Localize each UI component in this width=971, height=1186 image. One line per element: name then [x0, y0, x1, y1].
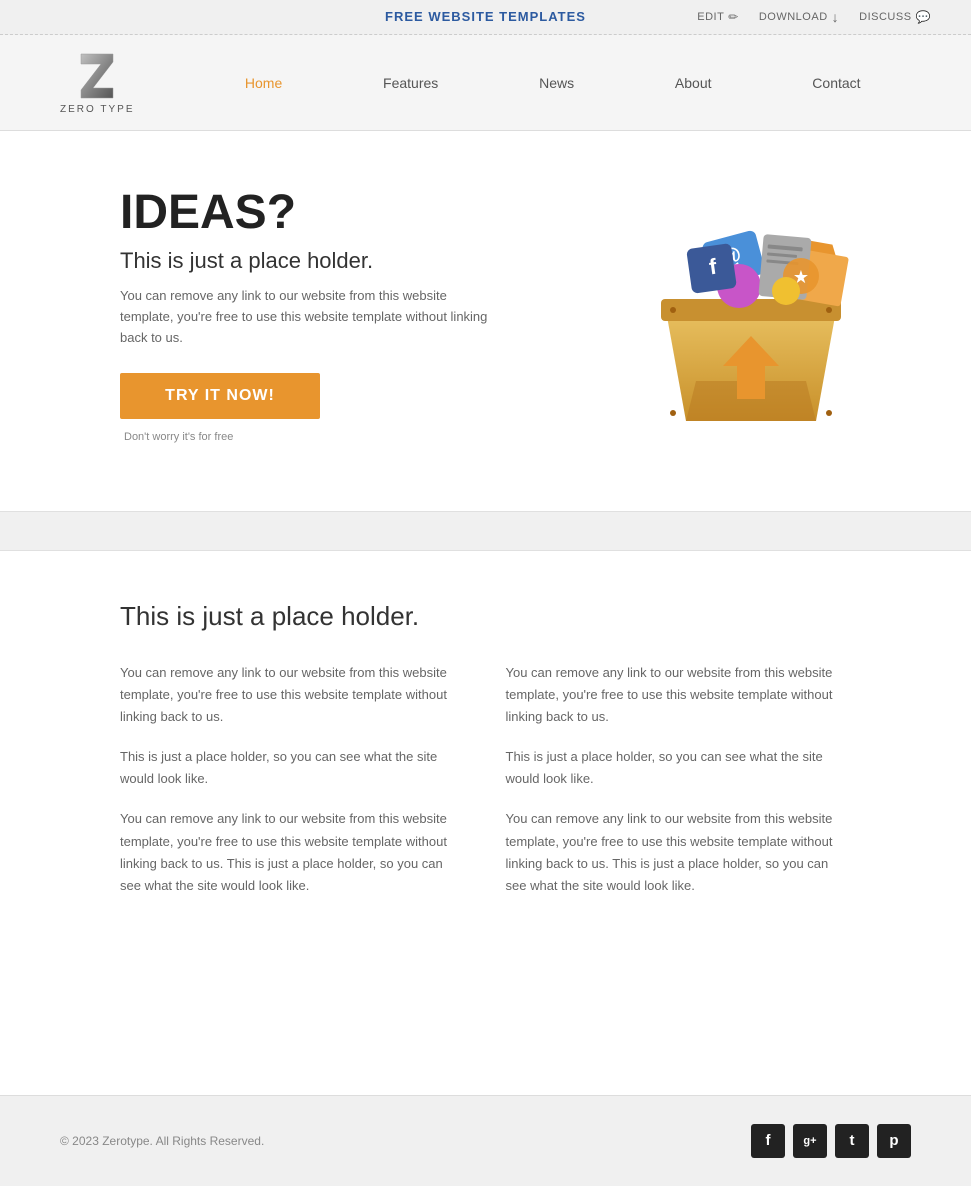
edit-action[interactable]: EDIT: [697, 10, 739, 24]
content-columns: You can remove any link to our website f…: [120, 662, 851, 915]
hero-subtitle: This is just a place holder.: [120, 248, 500, 274]
whitespace-section: [0, 975, 971, 1095]
logo-area: ZERO TYPE: [60, 50, 135, 115]
logo-icon: [76, 50, 118, 102]
footer-copyright: © 2023 Zerotype. All Rights Reserved.: [60, 1134, 264, 1148]
cta-button[interactable]: TRY IT NOW!: [120, 373, 320, 419]
hero-body: You can remove any link to our website f…: [120, 286, 500, 348]
download-label: DOWNLOAD: [759, 11, 828, 23]
basket-illustration: @ ★ f: [631, 181, 871, 451]
hero-title: IDEAS?: [120, 187, 500, 240]
discuss-action[interactable]: DISCUSS: [859, 10, 931, 24]
discuss-label: DISCUSS: [859, 11, 911, 23]
social-icons: f g+ t p: [751, 1124, 911, 1158]
googleplus-icon: g+: [803, 1135, 816, 1147]
content-section: This is just a place holder. You can rem…: [0, 551, 971, 975]
nav-contact[interactable]: Contact: [792, 70, 880, 96]
top-bar-actions: EDIT DOWNLOAD DISCUSS: [697, 9, 931, 25]
facebook-icon: f: [766, 1132, 771, 1149]
main-wrapper: IDEAS? This is just a place holder. You …: [0, 131, 971, 1095]
hero-text: IDEAS? This is just a place holder. You …: [120, 187, 500, 444]
logo-name: ZERO TYPE: [60, 104, 135, 115]
top-bar: FREE WEBSITE TEMPLATES EDIT DOWNLOAD DIS…: [0, 0, 971, 35]
twitter-icon: t: [850, 1132, 855, 1149]
col2-p3: You can remove any link to our website f…: [506, 808, 852, 896]
main-nav: Home Features News About Contact: [195, 70, 912, 96]
social-twitter[interactable]: t: [835, 1124, 869, 1158]
col2-p1: You can remove any link to our website f…: [506, 662, 852, 728]
nav-about[interactable]: About: [655, 70, 732, 96]
download-icon: [832, 9, 840, 25]
content-col-2: You can remove any link to our website f…: [506, 662, 852, 915]
col1-p2: This is just a place holder, so you can …: [120, 746, 466, 790]
col1-p3: You can remove any link to our website f…: [120, 808, 466, 896]
nav-features[interactable]: Features: [363, 70, 458, 96]
social-pinterest[interactable]: p: [877, 1124, 911, 1158]
pencil-icon: [728, 10, 739, 24]
col1-p1: You can remove any link to our website f…: [120, 662, 466, 728]
discuss-icon: [916, 10, 931, 24]
separator: [0, 511, 971, 551]
nav-home[interactable]: Home: [225, 70, 302, 96]
footer: © 2023 Zerotype. All Rights Reserved. f …: [0, 1095, 971, 1186]
cta-subtext: Don't worry it's for free: [124, 431, 233, 443]
content-col-1: You can remove any link to our website f…: [120, 662, 466, 915]
header: ZERO TYPE Home Features News About Conta…: [0, 35, 971, 131]
content-heading: This is just a place holder.: [120, 601, 851, 632]
edit-label: EDIT: [697, 11, 724, 23]
social-facebook[interactable]: f: [751, 1124, 785, 1158]
site-title: FREE WEBSITE TEMPLATES: [385, 9, 586, 24]
col2-p2: This is just a place holder, so you can …: [506, 746, 852, 790]
hero-image: @ ★ f: [611, 181, 891, 451]
hero-section: IDEAS? This is just a place holder. You …: [0, 131, 971, 511]
nav-news[interactable]: News: [519, 70, 594, 96]
pinterest-icon: p: [889, 1132, 898, 1149]
social-googleplus[interactable]: g+: [793, 1124, 827, 1158]
download-action[interactable]: DOWNLOAD: [759, 9, 839, 25]
